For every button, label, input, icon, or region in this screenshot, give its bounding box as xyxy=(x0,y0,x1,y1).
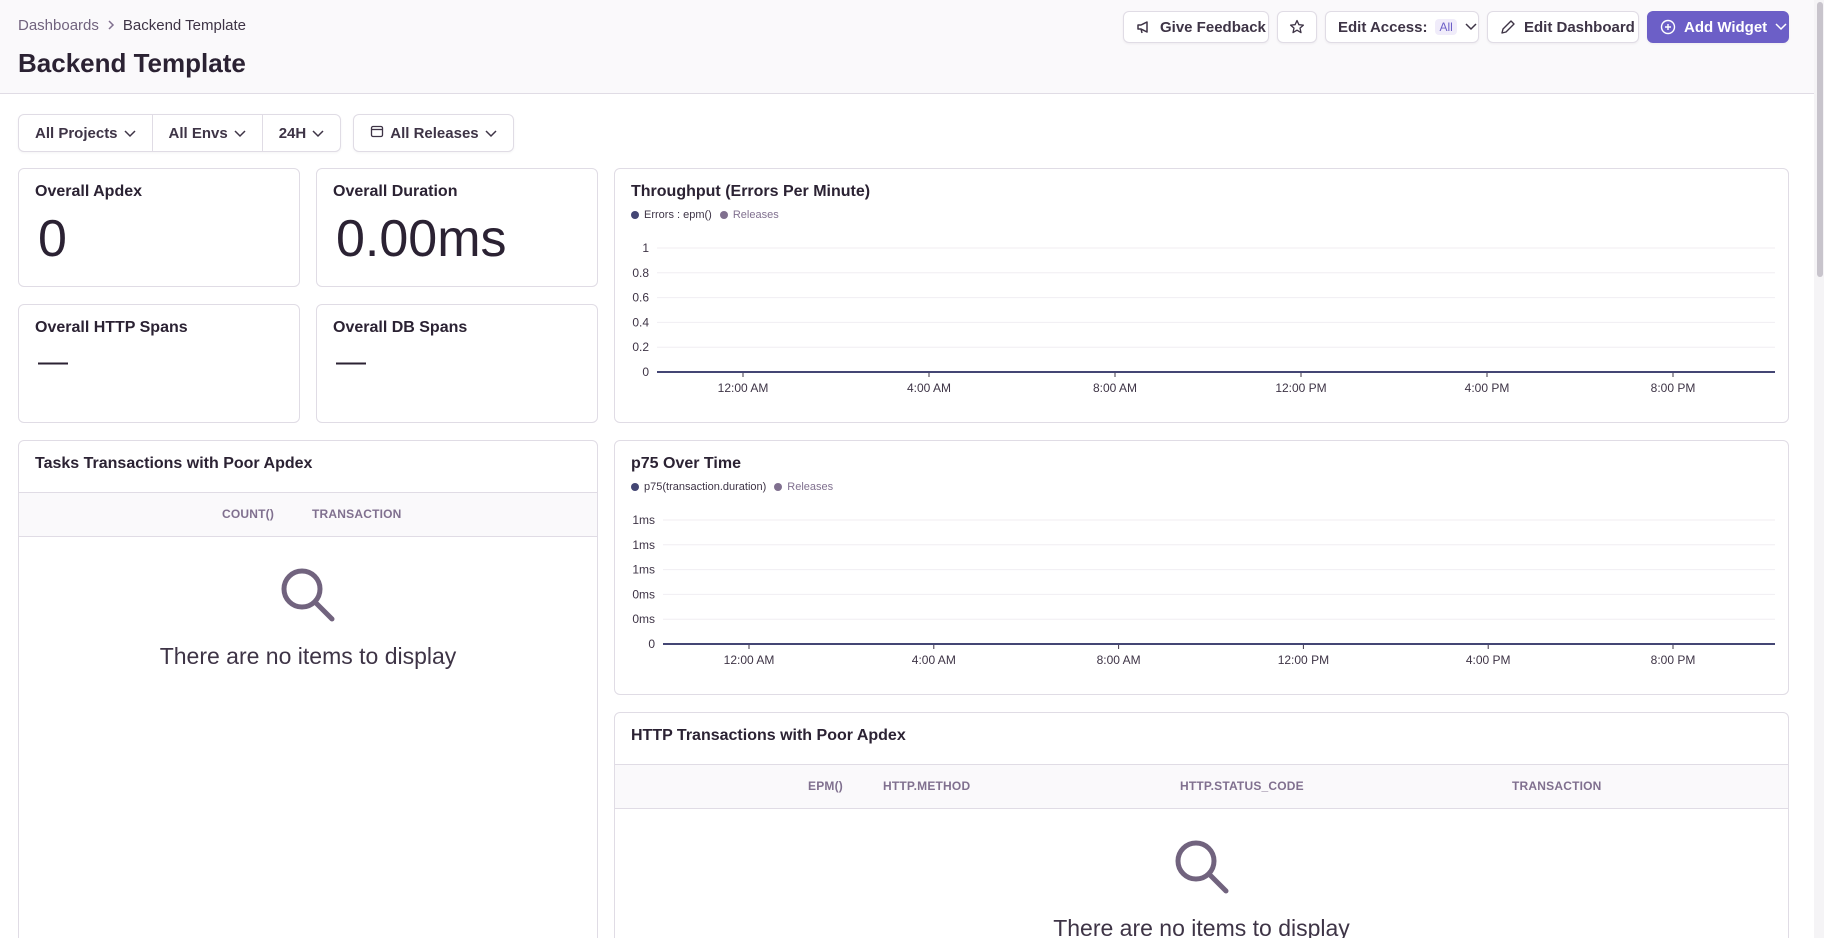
widget-p75-chart[interactable]: p75 Over Time p75(transaction.duration) … xyxy=(614,440,1789,695)
y-tick-label: 1ms xyxy=(632,563,655,577)
x-tick-label: 4:00 PM xyxy=(1466,653,1511,667)
add-widget-button[interactable]: Add Widget xyxy=(1647,11,1789,43)
release-filter[interactable]: All Releases xyxy=(354,115,512,151)
x-tick-label: 4:00 AM xyxy=(912,653,956,667)
scrollbar-thumb[interactable] xyxy=(1817,2,1823,277)
pencil-icon xyxy=(1500,19,1516,35)
y-tick-label: 0.6 xyxy=(632,291,649,305)
widget-title: Overall Duration xyxy=(333,183,458,200)
chevron-down-icon xyxy=(234,125,246,142)
chevron-down-icon xyxy=(485,125,497,142)
search-icon xyxy=(1173,838,1231,901)
y-tick-label: 0 xyxy=(642,365,649,379)
edit-dashboard-label: Edit Dashboard xyxy=(1524,18,1635,36)
widget-overall-duration[interactable]: Overall Duration 0.00ms xyxy=(316,168,598,287)
table-header: EPM() HTTP.METHOD HTTP.STATUS_CODE TRANS… xyxy=(615,764,1788,809)
page-header: Dashboards Backend Template Backend Temp… xyxy=(0,0,1824,94)
edit-access-dropdown[interactable]: Edit Access: All xyxy=(1325,11,1479,43)
add-circle-icon xyxy=(1660,19,1676,35)
release-filter-label: All Releases xyxy=(390,124,479,142)
edit-dashboard-button[interactable]: Edit Dashboard xyxy=(1487,11,1639,43)
y-tick-label: 1ms xyxy=(632,538,655,552)
page-title: Backend Template xyxy=(18,48,246,78)
empty-value: — xyxy=(336,345,366,378)
widget-overall-http-spans[interactable]: Overall HTTP Spans — xyxy=(18,304,300,423)
breadcrumb: Dashboards Backend Template xyxy=(18,17,246,34)
y-tick-label: 0 xyxy=(648,637,655,651)
p75-chart-svg: 0 0ms 0ms 1ms 1ms 1ms 12:00 AM 4:00 AM 8:00 AM 12… xyxy=(632,513,1775,667)
archive-icon xyxy=(370,124,384,142)
breadcrumb-dashboards-link[interactable]: Dashboards xyxy=(18,17,99,34)
widget-http-table[interactable]: HTTP Transactions with Poor Apdex EPM() … xyxy=(614,712,1789,938)
x-tick-label: 8:00 AM xyxy=(1093,381,1137,395)
x-tick-label: 8:00 AM xyxy=(1097,653,1141,667)
x-tick-label: 8:00 PM xyxy=(1651,381,1696,395)
page-scrollbar[interactable] xyxy=(1814,0,1824,938)
edit-access-label: Edit Access: xyxy=(1338,18,1428,36)
big-number-value: 0 xyxy=(38,210,67,268)
widget-title: Tasks Transactions with Poor Apdex xyxy=(35,455,313,472)
chevron-right-icon xyxy=(107,18,115,33)
release-filter-group: All Releases xyxy=(353,114,514,152)
widget-tasks-table[interactable]: Tasks Transactions with Poor Apdex COUNT… xyxy=(18,440,598,938)
column-header-http-status-code[interactable]: HTTP.STATUS_CODE xyxy=(1180,779,1304,793)
chevron-down-icon xyxy=(1465,23,1477,31)
star-button[interactable] xyxy=(1277,11,1317,43)
x-tick-label: 12:00 AM xyxy=(724,653,775,667)
y-tick-label: 0.2 xyxy=(632,340,649,354)
y-tick-label: 0ms xyxy=(632,612,655,626)
table-header: COUNT() TRANSACTION xyxy=(19,492,597,537)
widget-overall-db-spans[interactable]: Overall DB Spans — xyxy=(316,304,598,423)
environment-filter-label: All Envs xyxy=(168,124,228,142)
chevron-down-icon xyxy=(1775,23,1787,31)
environment-filter[interactable]: All Envs xyxy=(151,115,262,151)
chevron-down-icon xyxy=(312,125,324,142)
column-header-count[interactable]: COUNT() xyxy=(222,507,274,521)
column-header-transaction[interactable]: TRANSACTION xyxy=(1512,779,1602,793)
empty-message: There are no items to display xyxy=(1053,915,1350,938)
x-tick-label: 12:00 PM xyxy=(1275,381,1326,395)
page-filters-group: All Projects All Envs 24H xyxy=(18,114,342,152)
edit-access-value: All xyxy=(1435,19,1457,35)
column-header-transaction[interactable]: TRANSACTION xyxy=(312,507,402,521)
project-filter-label: All Projects xyxy=(35,124,118,142)
x-tick-label: 4:00 PM xyxy=(1465,381,1510,395)
empty-message: There are no items to display xyxy=(159,643,457,669)
filter-bar: All Projects All Envs 24H All Releases xyxy=(18,114,514,152)
date-range-filter-label: 24H xyxy=(278,124,307,142)
widget-throughput-chart[interactable]: Throughput (Errors Per Minute) Errors : … xyxy=(614,168,1789,423)
search-icon xyxy=(279,566,337,629)
column-header-epm[interactable]: EPM() xyxy=(808,779,843,793)
widget-overall-apdex[interactable]: Overall Apdex 0 xyxy=(18,168,300,287)
x-tick-label: 4:00 AM xyxy=(907,381,951,395)
y-tick-label: 0.4 xyxy=(632,315,649,329)
date-range-filter[interactable]: 24H xyxy=(261,115,341,151)
y-tick-label: 0ms xyxy=(632,587,655,601)
project-filter[interactable]: All Projects xyxy=(19,115,152,151)
give-feedback-button[interactable]: Give Feedback xyxy=(1123,11,1269,43)
megaphone-icon xyxy=(1136,19,1152,35)
empty-state: There are no items to display xyxy=(19,566,597,670)
star-icon xyxy=(1289,19,1305,35)
widget-title: Overall DB Spans xyxy=(333,319,468,336)
x-tick-label: 12:00 AM xyxy=(718,381,769,395)
widget-title: Overall HTTP Spans xyxy=(35,319,188,336)
breadcrumb-current: Backend Template xyxy=(122,17,247,34)
add-widget-label: Add Widget xyxy=(1684,18,1768,36)
empty-state: There are no items to display xyxy=(615,838,1788,938)
empty-value: — xyxy=(38,345,68,378)
chevron-down-icon xyxy=(124,125,136,142)
widget-title: Overall Apdex xyxy=(35,183,143,200)
widget-title: HTTP Transactions with Poor Apdex xyxy=(631,727,906,744)
throughput-chart-svg: 0 0.2 0.4 0.6 0.8 1 12:00 AM 4:00 AM 8:00 AM 12:0… xyxy=(632,241,1775,395)
x-tick-label: 12:00 PM xyxy=(1278,653,1329,667)
y-tick-label: 1 xyxy=(642,241,649,255)
give-feedback-label: Give Feedback xyxy=(1160,18,1266,36)
column-header-http-method[interactable]: HTTP.METHOD xyxy=(883,779,970,793)
y-tick-label: 1ms xyxy=(632,513,655,527)
x-tick-label: 8:00 PM xyxy=(1651,653,1696,667)
y-tick-label: 0.8 xyxy=(632,266,649,280)
big-number-value: 0.00ms xyxy=(336,210,507,268)
